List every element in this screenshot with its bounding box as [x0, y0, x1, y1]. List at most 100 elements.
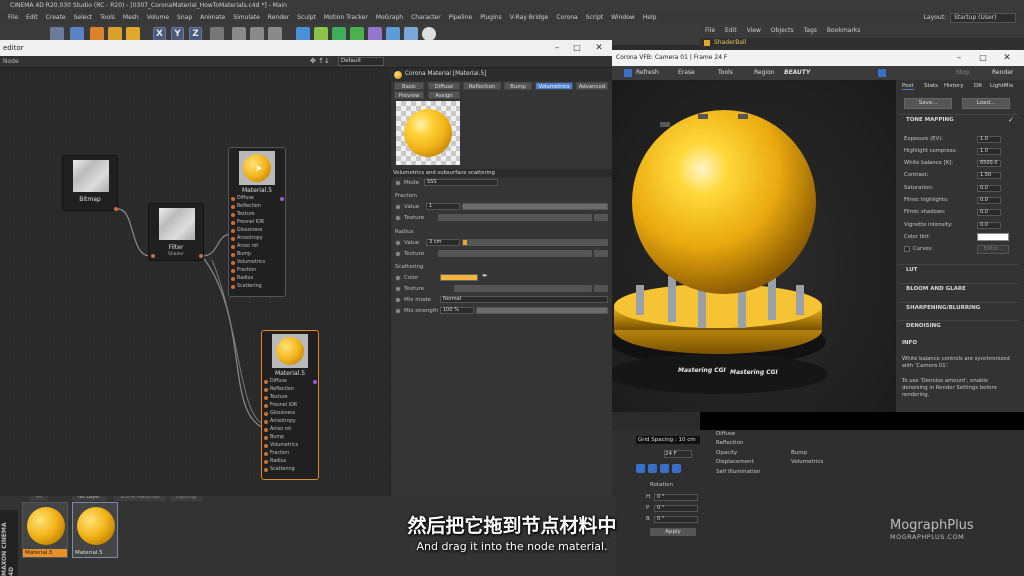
bitmap-output-port[interactable] [114, 207, 118, 211]
load-preset-button[interactable]: Load... [962, 98, 1010, 109]
mixmode-select[interactable]: Normal [440, 296, 608, 303]
menu-window[interactable]: Window [607, 14, 639, 21]
mixmode-radio[interactable] [395, 297, 401, 303]
scattering-texture-slot[interactable] [454, 285, 592, 292]
fraction-texture-slot[interactable] [438, 214, 592, 221]
filmic-highlights-field[interactable]: 0.0 [977, 197, 1001, 204]
highlight-field[interactable]: 1.0 [977, 148, 1001, 155]
section-denoising[interactable]: DENOISING [898, 320, 1018, 331]
tab-lightmix[interactable]: LightMix [990, 83, 1013, 89]
menu-tools[interactable]: Tools [96, 14, 119, 21]
radius-texture-button[interactable] [594, 250, 608, 257]
attr-self-illumination[interactable]: Self Illumination [716, 469, 761, 475]
autokey-icon[interactable] [660, 464, 669, 473]
radius-value-field[interactable]: 3 cm [426, 239, 460, 246]
p-key-icon[interactable] [672, 464, 681, 473]
scale-tool-icon[interactable] [90, 27, 104, 41]
array-icon[interactable] [350, 27, 364, 41]
stop-button[interactable]: Stop [956, 68, 970, 78]
scattering-color-swatch[interactable] [440, 274, 478, 281]
light-icon[interactable] [422, 27, 436, 41]
tab-preview[interactable]: Preview [394, 91, 424, 99]
tab-advanced[interactable]: Advanced [576, 82, 608, 90]
pass-dropdown-icon[interactable] [878, 69, 886, 77]
attr-diffuse[interactable]: Diffuse [716, 431, 735, 437]
camera-icon[interactable] [404, 27, 418, 41]
render-view-icon[interactable] [232, 27, 246, 41]
menu-corona[interactable]: Corona [552, 14, 581, 21]
menu-animate[interactable]: Animate [196, 14, 229, 21]
eyedropper-icon[interactable]: ✒ [482, 272, 488, 280]
cube-icon[interactable] [296, 27, 310, 41]
layout-select[interactable]: Startup (User) [950, 13, 1016, 23]
menu-edit[interactable]: Edit [22, 14, 42, 21]
tab-reflection[interactable]: Reflection [463, 82, 501, 90]
fraction-texture-button[interactable] [594, 214, 608, 221]
tab-history[interactable]: History [944, 83, 964, 89]
erase-button[interactable]: Erase [678, 68, 695, 78]
filmic-shadows-field[interactable]: 0.0 [977, 209, 1001, 216]
scattering-texture-button[interactable] [594, 285, 608, 292]
tab-dr[interactable]: DR [974, 83, 982, 89]
curves-checkbox[interactable] [904, 246, 910, 252]
port-scattering[interactable]: Scattering [229, 283, 285, 291]
rotate-tool-icon[interactable] [108, 27, 122, 41]
fraction-value-radio[interactable] [395, 204, 401, 210]
floor-icon[interactable] [386, 27, 400, 41]
object-row[interactable]: ShaderBall [700, 38, 1024, 50]
refresh-button[interactable]: Refresh [636, 68, 659, 78]
rot-h-field[interactable]: 0 ° [654, 494, 698, 501]
render-close-icon[interactable]: ✕ [996, 50, 1018, 66]
color-tint-swatch[interactable] [977, 233, 1009, 241]
select-tool-icon[interactable] [50, 27, 64, 41]
maximize-icon[interactable]: □ [566, 40, 588, 56]
mixstrength-radio[interactable] [395, 308, 401, 314]
fraction-value-field[interactable]: 1 [426, 203, 460, 210]
radius-texture-radio[interactable] [395, 251, 401, 257]
attr-displacement[interactable]: Displacement [716, 459, 754, 465]
filter-output-port[interactable] [199, 254, 203, 258]
spline-pen-icon[interactable] [314, 27, 328, 41]
contrast-field[interactable]: 1.50 [977, 172, 1001, 179]
key-icon[interactable] [648, 464, 657, 473]
menu-pipeline[interactable]: Pipeline [445, 14, 476, 21]
curves-editor-button[interactable]: Editor... [977, 245, 1009, 254]
y-axis-button[interactable]: Y [171, 27, 184, 41]
node-layer-select[interactable]: Default [338, 57, 384, 66]
render-maximize-icon[interactable]: □ [972, 50, 994, 66]
fraction-texture-radio[interactable] [395, 215, 401, 221]
mode-select[interactable]: SSS [424, 179, 498, 186]
menu-sculpt[interactable]: Sculpt [293, 14, 320, 21]
radius-value-radio[interactable] [395, 240, 401, 246]
frame-field[interactable]: 24 F [664, 450, 692, 458]
tab-post[interactable]: Post [902, 83, 914, 90]
mixstrength-field[interactable]: 100 % [440, 307, 474, 314]
objects-menu-tags[interactable]: Tags [799, 26, 822, 36]
section-sharpening[interactable]: SHARPENING/BLURRING [898, 302, 1018, 313]
render-minimize-icon[interactable]: – [948, 50, 970, 66]
tab-bump[interactable]: Bump [504, 82, 532, 90]
subdivision-icon[interactable] [332, 27, 346, 41]
move-tool-icon[interactable] [70, 27, 84, 41]
mixstrength-slider[interactable] [476, 307, 608, 314]
attr-volumetrics[interactable]: Volumetrics [791, 459, 823, 465]
radius-texture-slot[interactable] [438, 250, 592, 257]
material-node-top[interactable]: ➤ Material.5 Diffuse Reflection Texture … [228, 147, 286, 297]
tools-button[interactable]: Tools [718, 68, 733, 78]
save-image-icon[interactable] [624, 69, 632, 77]
vignette-field[interactable]: 0.0 [977, 222, 1001, 229]
deformer-icon[interactable] [368, 27, 382, 41]
menu-file[interactable]: File [4, 14, 22, 21]
attr-bump[interactable]: Bump [791, 450, 807, 456]
objects-menu-objects[interactable]: Objects [766, 26, 799, 36]
menu-select[interactable]: Select [70, 14, 97, 21]
menu-simulate[interactable]: Simulate [229, 14, 264, 21]
render-button[interactable]: Render [992, 68, 1013, 78]
objects-menu-view[interactable]: View [742, 26, 766, 36]
tab-basic[interactable]: Basic [394, 82, 424, 90]
objects-menu-file[interactable]: File [700, 26, 720, 36]
tab-assign[interactable]: Assign [428, 91, 460, 99]
menu-mesh[interactable]: Mesh [119, 14, 143, 21]
fraction-slider[interactable] [462, 203, 608, 210]
objects-menu-edit[interactable]: Edit [720, 26, 742, 36]
